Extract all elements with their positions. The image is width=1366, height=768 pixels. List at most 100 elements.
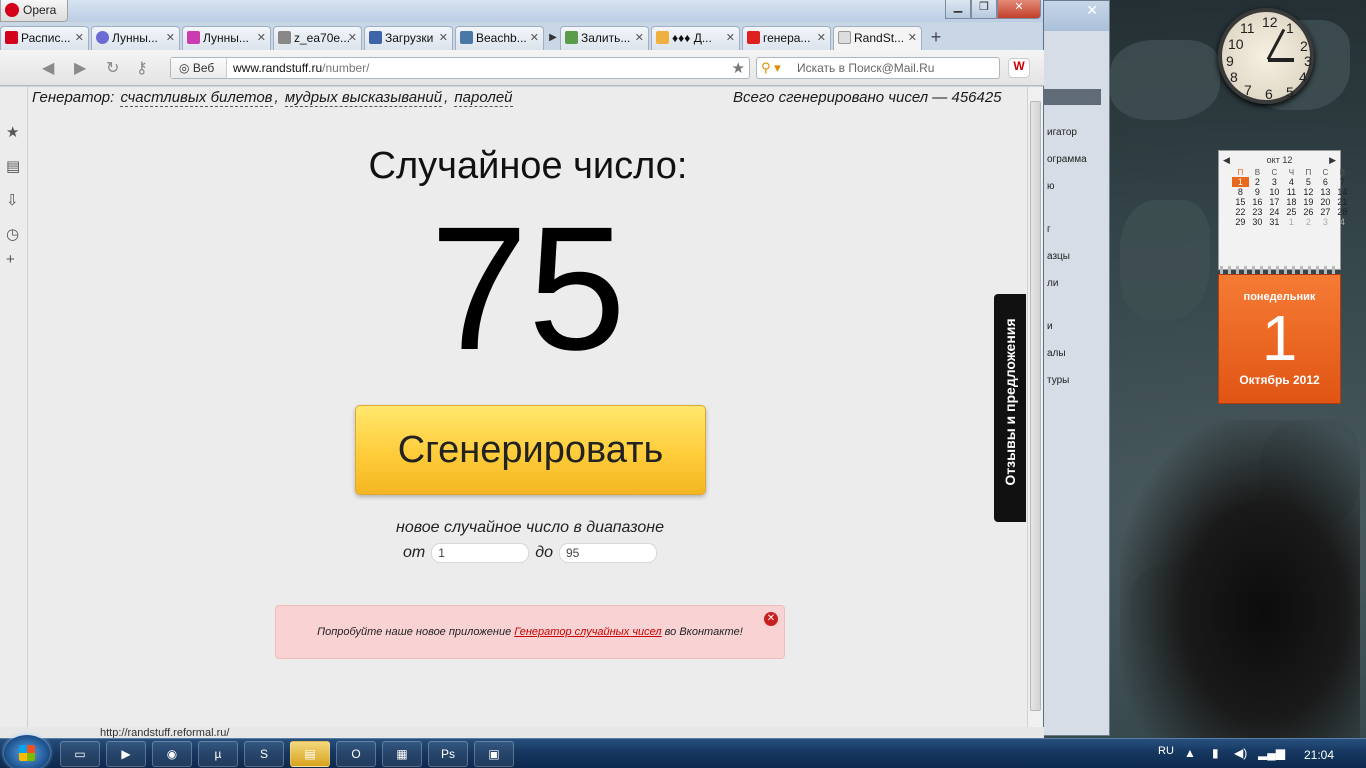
calendar-day[interactable]: 12: [1300, 187, 1317, 197]
tab[interactable]: ♦♦♦ Д... ✕: [651, 26, 740, 50]
calendar-day[interactable]: 2: [1249, 177, 1266, 187]
background-item[interactable]: алы: [1047, 348, 1066, 359]
calendar-day[interactable]: 18: [1283, 197, 1300, 207]
promo-link[interactable]: Генератор случайных чисел: [514, 626, 661, 638]
bookmark-star-icon[interactable]: ★: [732, 59, 745, 77]
clock-gadget[interactable]: 12 1 2 3 4 5 6 7 8 9 10 11: [1218, 6, 1316, 132]
new-tab-button[interactable]: +: [924, 26, 948, 50]
to-input[interactable]: [558, 543, 657, 563]
downloads-icon[interactable]: ⇩: [6, 191, 19, 209]
calendar-day[interactable]: 3: [1266, 177, 1283, 187]
url-text[interactable]: www.randstuff.ru/number/: [233, 61, 370, 75]
tab-close-icon[interactable]: ✕: [75, 31, 84, 44]
tab-close-icon[interactable]: ✕: [817, 31, 826, 44]
vertical-scrollbar[interactable]: [1027, 87, 1043, 727]
calendar-day[interactable]: 19: [1300, 197, 1317, 207]
back-icon[interactable]: ◀: [42, 58, 54, 78]
notes-icon[interactable]: ▤: [6, 157, 20, 175]
calendar-day[interactable]: 1: [1283, 217, 1300, 227]
web-badge[interactable]: ◎ Веб: [171, 58, 227, 78]
calculator-icon[interactable]: ▦: [382, 741, 422, 767]
promo-close-icon[interactable]: ✕: [764, 612, 778, 626]
tab-close-icon[interactable]: ✕: [635, 31, 644, 44]
background-item[interactable]: туры: [1047, 375, 1069, 386]
forward-icon[interactable]: ▶: [74, 58, 86, 78]
tab[interactable]: Залить... ✕: [560, 26, 649, 50]
volume-icon[interactable]: ◀): [1234, 746, 1247, 760]
calendar-day[interactable]: 3: [1317, 217, 1334, 227]
search-field[interactable]: ⚲ ▾ Искать в Поиск@Mail.Ru: [756, 57, 1000, 79]
calendar-day[interactable]: 14: [1334, 187, 1351, 197]
calendar-day[interactable]: 8: [1232, 187, 1249, 197]
maximize-button[interactable]: ❐: [971, 0, 997, 19]
media-player-icon[interactable]: ▶: [106, 741, 146, 767]
skype-icon[interactable]: S: [244, 741, 284, 767]
tab[interactable]: Лунны... ✕: [182, 26, 271, 50]
calendar-day[interactable]: 13: [1317, 187, 1334, 197]
add-panel-icon[interactable]: +: [6, 251, 15, 268]
tab-close-icon[interactable]: ✕: [908, 31, 917, 44]
background-item[interactable]: азцы: [1047, 251, 1070, 262]
background-close-icon[interactable]: ✕: [1052, 0, 1108, 22]
tab-close-icon[interactable]: ✕: [257, 31, 266, 44]
calendar-day[interactable]: 20: [1317, 197, 1334, 207]
tab[interactable]: Загрузки ✕: [364, 26, 453, 50]
close-button[interactable]: ✕: [997, 0, 1041, 19]
calendar-day[interactable]: 29: [1232, 217, 1249, 227]
calendar-day[interactable]: 21: [1334, 197, 1351, 207]
calendar-next-icon[interactable]: ▶: [1329, 155, 1336, 166]
movie-icon[interactable]: ▤: [290, 741, 330, 767]
start-button[interactable]: [4, 735, 50, 768]
tab[interactable]: Beachb... ✕: [455, 26, 544, 50]
chrome-icon[interactable]: ◉: [152, 741, 192, 767]
address-bar[interactable]: ◎ Веб www.randstuff.ru/number/ ★: [170, 57, 750, 79]
calendar-day[interactable]: 7: [1334, 177, 1351, 187]
reload-icon[interactable]: ↻: [106, 58, 119, 78]
calendar-day[interactable]: 2: [1300, 217, 1317, 227]
link-quotes[interactable]: мудрых высказываний: [284, 89, 443, 107]
calendar-day[interactable]: 23: [1249, 207, 1266, 217]
tab-close-icon[interactable]: ✕: [166, 31, 175, 44]
calendar-prev-icon[interactable]: ◀: [1223, 155, 1230, 166]
background-item[interactable]: ю: [1047, 181, 1055, 192]
scrollbar-thumb[interactable]: [1030, 101, 1041, 711]
language-indicator[interactable]: RU: [1158, 745, 1174, 757]
tab-close-icon[interactable]: ✕: [439, 31, 448, 44]
tab-scroll-right-icon[interactable]: ▶: [546, 26, 560, 50]
calendar-day[interactable]: 28: [1334, 207, 1351, 217]
network-signal-icon[interactable]: ▂▄▆: [1258, 746, 1285, 760]
calendar-gadget[interactable]: ◀ окт 12 ▶ П В С Ч П С В 1 2 3 4 5 6 7 8 9 10 11 12…: [1218, 150, 1347, 270]
tab-close-icon[interactable]: ✕: [530, 31, 539, 44]
calendar-day[interactable]: 1: [1231, 177, 1249, 187]
background-item[interactable]: игатор: [1047, 127, 1077, 138]
calendar-day[interactable]: 30: [1249, 217, 1266, 227]
calendar-day[interactable]: 5: [1300, 177, 1317, 187]
background-item[interactable]: и: [1047, 321, 1053, 332]
tab[interactable]: z_ea70e... ✕: [273, 26, 362, 50]
bookmarks-star-icon[interactable]: ★: [6, 123, 19, 141]
tab[interactable]: Распис... ✕: [0, 26, 89, 50]
background-item[interactable]: ли: [1047, 278, 1058, 289]
utorrent-icon[interactable]: µ: [198, 741, 238, 767]
network-icon[interactable]: ▣: [474, 741, 514, 767]
generate-button[interactable]: Сгенерировать: [355, 405, 706, 495]
history-icon[interactable]: ◷: [6, 225, 19, 243]
calendar-day[interactable]: 9: [1249, 187, 1266, 197]
calendar-day[interactable]: 24: [1266, 207, 1283, 217]
explorer-icon[interactable]: ▭: [60, 741, 100, 767]
battery-icon[interactable]: ▮: [1212, 746, 1219, 760]
background-window[interactable]: игатор ограмма ю г азцы ли и алы туры: [1040, 0, 1110, 736]
tab[interactable]: Лунны... ✕: [91, 26, 180, 50]
show-hidden-icons-icon[interactable]: ▲: [1184, 746, 1196, 760]
opera-taskbar-icon[interactable]: O: [336, 741, 376, 767]
calendar-day[interactable]: 22: [1232, 207, 1249, 217]
calendar-day[interactable]: 4: [1283, 177, 1300, 187]
from-input[interactable]: [431, 543, 530, 563]
calendar-day-card[interactable]: понедельник 1 Октябрь 2012: [1218, 274, 1341, 404]
search-engine-icon[interactable]: ⚲ ▾: [761, 60, 781, 76]
calendar-day[interactable]: 6: [1317, 177, 1334, 187]
photoshop-icon[interactable]: Ps: [428, 741, 468, 767]
taskbar-clock[interactable]: 21:04: [1304, 748, 1334, 762]
mail-ru-button[interactable]: W: [1008, 58, 1030, 78]
calendar-day[interactable]: 4: [1334, 217, 1351, 227]
